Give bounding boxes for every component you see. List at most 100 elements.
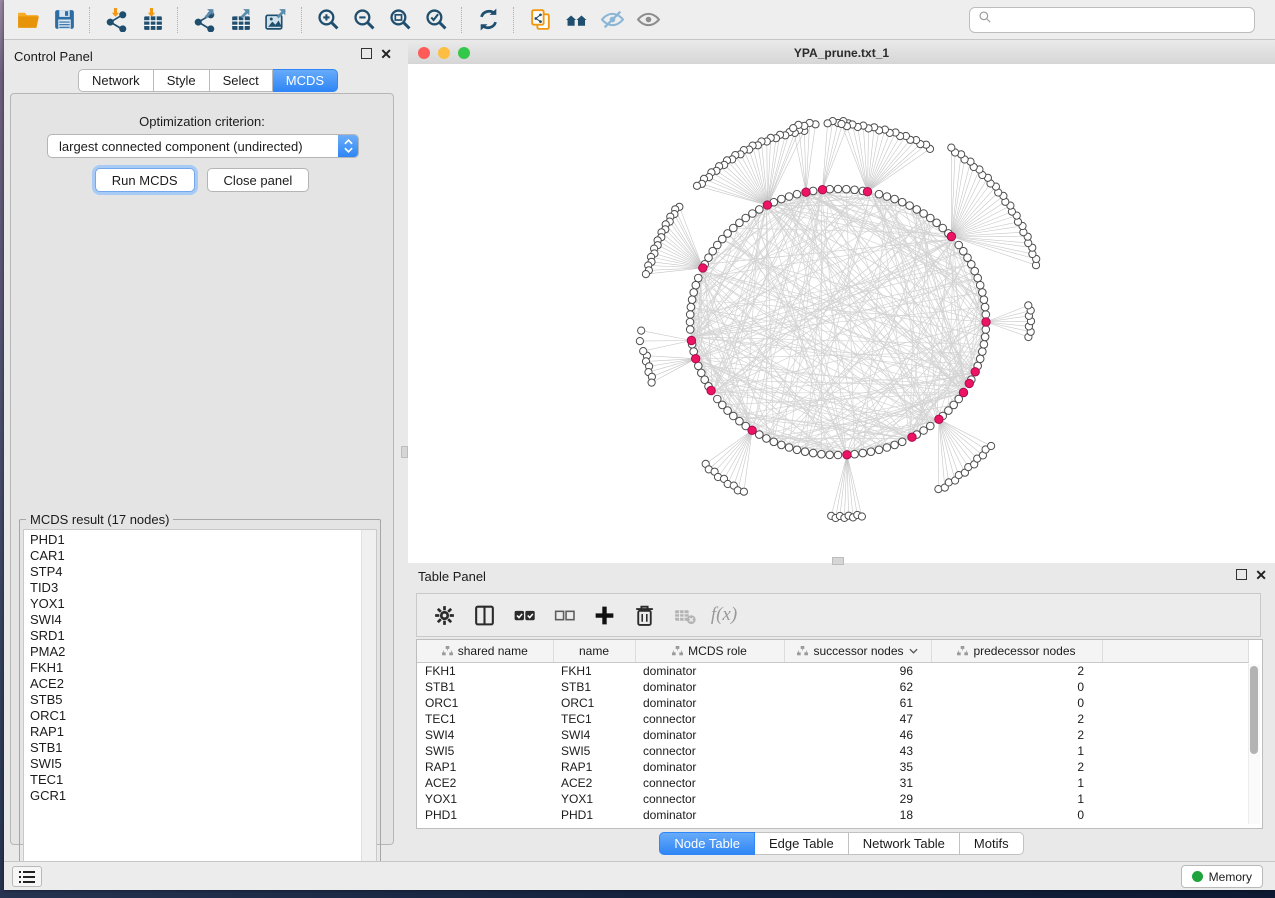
close-panel-icon[interactable]: ✕: [380, 49, 392, 59]
list-item[interactable]: TEC1: [30, 772, 358, 788]
table-row[interactable]: PHD1PHD1dominator180: [417, 807, 1248, 823]
column-header-shared-name[interactable]: shared name: [417, 640, 553, 663]
tab-mcds[interactable]: MCDS: [273, 69, 338, 92]
float-table-panel-icon[interactable]: [1236, 569, 1247, 580]
vertical-splitter[interactable]: [400, 41, 408, 863]
show-all-button[interactable]: [630, 4, 666, 36]
columns-button[interactable]: [469, 599, 499, 631]
list-item[interactable]: CAR1: [30, 548, 358, 564]
table-row[interactable]: SWI4SWI4dominator462: [417, 727, 1248, 743]
toolbar-separator: [461, 7, 463, 33]
table-row[interactable]: RAP1RAP1dominator352: [417, 759, 1248, 775]
select-all-checkboxes-button[interactable]: [509, 599, 539, 631]
list-item[interactable]: STB1: [30, 740, 358, 756]
table-row[interactable]: SWI5SWI5connector431: [417, 743, 1248, 759]
list-item[interactable]: STP4: [30, 564, 358, 580]
export-table-button[interactable]: [222, 4, 258, 36]
toolbar-separator: [177, 7, 179, 33]
table-row[interactable]: YOX1YOX1connector291: [417, 791, 1248, 807]
export-image-button[interactable]: [258, 4, 294, 36]
list-item[interactable]: SWI4: [30, 612, 358, 628]
table-scrollbar[interactable]: [1248, 664, 1260, 824]
table-cell: 62: [784, 679, 931, 695]
table-cell: 2: [931, 663, 1102, 680]
table-cell: 2: [931, 727, 1102, 743]
mcds-result-list: PHD1CAR1STP4TID3YOX1SWI4SRD1PMA2FKH1ACE2…: [23, 529, 377, 870]
export-network-button[interactable]: [186, 4, 222, 36]
import-network-button[interactable]: [98, 4, 134, 36]
list-item[interactable]: YOX1: [30, 596, 358, 612]
table-cell: 1: [931, 775, 1102, 791]
network-canvas[interactable]: [408, 64, 1275, 563]
delete-table-button[interactable]: [669, 599, 699, 631]
table-row[interactable]: ACE2ACE2connector311: [417, 775, 1248, 791]
criterion-dropdown[interactable]: largest connected component (undirected): [47, 134, 359, 158]
result-list-scrollbar[interactable]: [361, 530, 376, 869]
task-history-button[interactable]: [12, 866, 42, 887]
zoom-out-button[interactable]: [346, 4, 382, 36]
tab-node-table[interactable]: Node Table: [659, 832, 755, 855]
zoom-fit-button[interactable]: [382, 4, 418, 36]
column-header-MCDS-role[interactable]: MCDS role: [635, 640, 784, 663]
save-session-button[interactable]: [46, 4, 82, 36]
table-row[interactable]: STB1STB1dominator620: [417, 679, 1248, 695]
search-box[interactable]: [969, 7, 1255, 33]
table-cell: dominator: [635, 695, 784, 711]
function-builder-button[interactable]: f(x): [709, 599, 739, 631]
table-cell: dominator: [635, 759, 784, 775]
memory-button[interactable]: Memory: [1181, 865, 1263, 888]
table-cell: 2: [931, 711, 1102, 727]
duplicate-network-button[interactable]: [522, 4, 558, 36]
tab-select[interactable]: Select: [210, 69, 273, 92]
column-header-successor-nodes[interactable]: successor nodes: [784, 640, 931, 663]
settings-button[interactable]: [429, 599, 459, 631]
table-scrollbar-thumb[interactable]: [1250, 666, 1258, 754]
close-table-panel-icon[interactable]: ✕: [1255, 570, 1267, 580]
open-session-button[interactable]: [10, 4, 46, 36]
search-input[interactable]: [998, 11, 1246, 28]
tab-edge-table[interactable]: Edge Table: [755, 832, 849, 855]
table-row[interactable]: TEC1TEC1connector472: [417, 711, 1248, 727]
list-item[interactable]: SWI5: [30, 756, 358, 772]
delete-column-button[interactable]: [629, 599, 659, 631]
first-neighbors-button[interactable]: [558, 4, 594, 36]
close-panel-button[interactable]: Close panel: [207, 168, 310, 192]
toolbar-separator: [513, 7, 515, 33]
list-item[interactable]: PHD1: [30, 532, 358, 548]
network-title-bar[interactable]: YPA_prune.txt_1: [408, 42, 1275, 65]
column-header-predecessor-nodes[interactable]: predecessor nodes: [931, 640, 1102, 663]
show-all-icon: [636, 7, 661, 32]
add-column-button[interactable]: [589, 599, 619, 631]
network-graph[interactable]: [408, 64, 1275, 563]
refresh-layout-button[interactable]: [470, 4, 506, 36]
zoom-fit-icon: [388, 7, 413, 32]
table-row[interactable]: ORC1ORC1dominator610: [417, 695, 1248, 711]
list-item[interactable]: ACE2: [30, 676, 358, 692]
list-item[interactable]: GCR1: [30, 788, 358, 804]
zoom-in-button[interactable]: [310, 4, 346, 36]
list-item[interactable]: TID3: [30, 580, 358, 596]
tab-network[interactable]: Network: [78, 69, 154, 92]
float-panel-icon[interactable]: [361, 48, 372, 59]
list-item[interactable]: FKH1: [30, 660, 358, 676]
list-item[interactable]: ORC1: [30, 708, 358, 724]
column-header-name[interactable]: name: [553, 640, 635, 663]
deselect-all-checkboxes-button[interactable]: [549, 599, 579, 631]
table-cell: FKH1: [417, 663, 553, 680]
zoom-selected-button[interactable]: [418, 4, 454, 36]
list-item[interactable]: PMA2: [30, 644, 358, 660]
horizontal-splitter-handle[interactable]: [832, 557, 844, 565]
run-mcds-button[interactable]: Run MCDS: [95, 168, 195, 192]
table-cell: connector: [635, 711, 784, 727]
tab-motifs[interactable]: Motifs: [960, 832, 1024, 855]
splitter-handle[interactable]: [401, 446, 408, 458]
list-item[interactable]: RAP1: [30, 724, 358, 740]
table-cell: SWI4: [553, 727, 635, 743]
list-item[interactable]: STB5: [30, 692, 358, 708]
import-table-button[interactable]: [134, 4, 170, 36]
tab-network-table[interactable]: Network Table: [849, 832, 960, 855]
tab-style[interactable]: Style: [154, 69, 210, 92]
table-row[interactable]: FKH1FKH1dominator962: [417, 663, 1248, 680]
list-item[interactable]: SRD1: [30, 628, 358, 644]
hide-selected-button[interactable]: [594, 4, 630, 36]
